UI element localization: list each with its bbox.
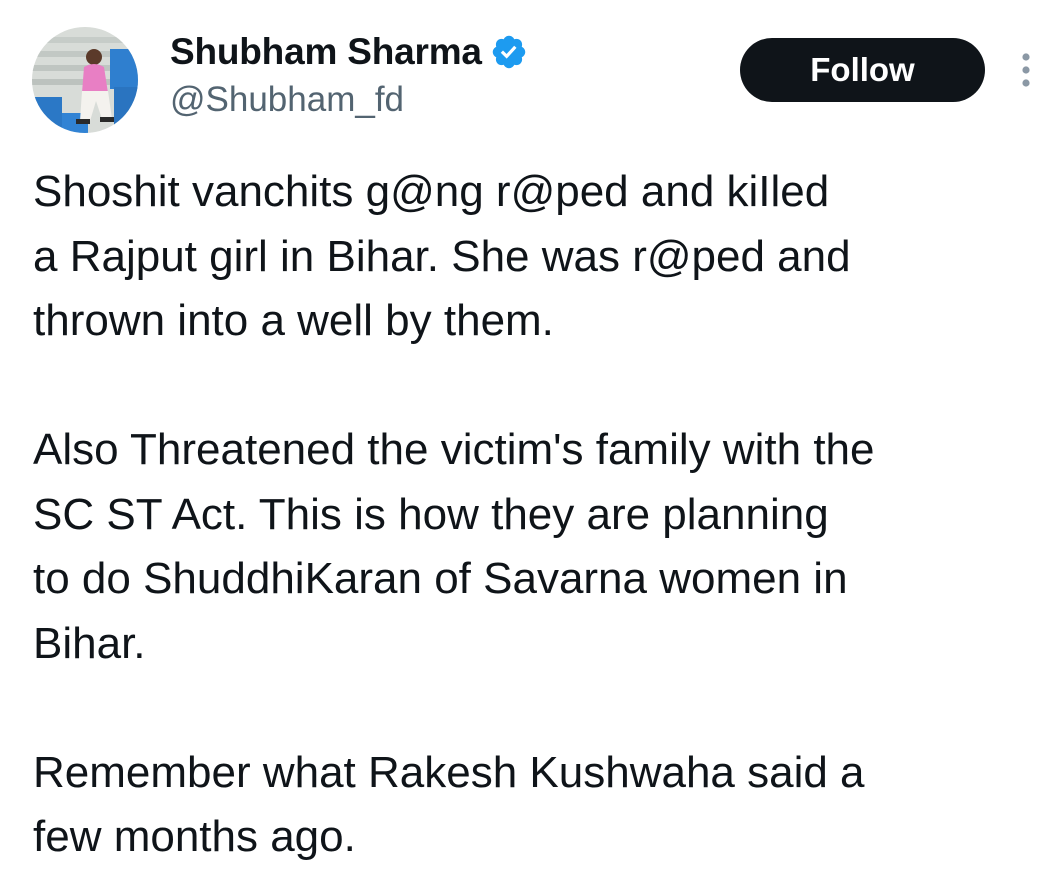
author-display-name[interactable]: Shubham Sharma [170, 31, 482, 73]
avatar-photo [32, 27, 138, 133]
follow-button[interactable]: Follow [740, 38, 985, 102]
tweet-paragraph-3: Remember what Rakesh Kushwaha said a few… [33, 747, 865, 862]
tweet-paragraph-1: Shoshit vanchits g@ng r@ped and kiIled a… [33, 167, 851, 345]
author-handle[interactable]: @Shubham_fd [170, 80, 404, 120]
tweet-paragraph-2: Also Threatened the victim's family with… [33, 425, 875, 668]
author-name-row: Shubham Sharma [170, 28, 528, 76]
tweet-card: Shubham Sharma @Shubham_fd Follow Shoshi… [0, 0, 1060, 894]
author-avatar[interactable] [32, 27, 138, 133]
tweet-text: Shoshit vanchits g@ng r@ped and kiIled a… [33, 160, 1043, 870]
more-vertical-icon[interactable] [1014, 50, 1038, 90]
verified-badge-icon [490, 33, 528, 71]
